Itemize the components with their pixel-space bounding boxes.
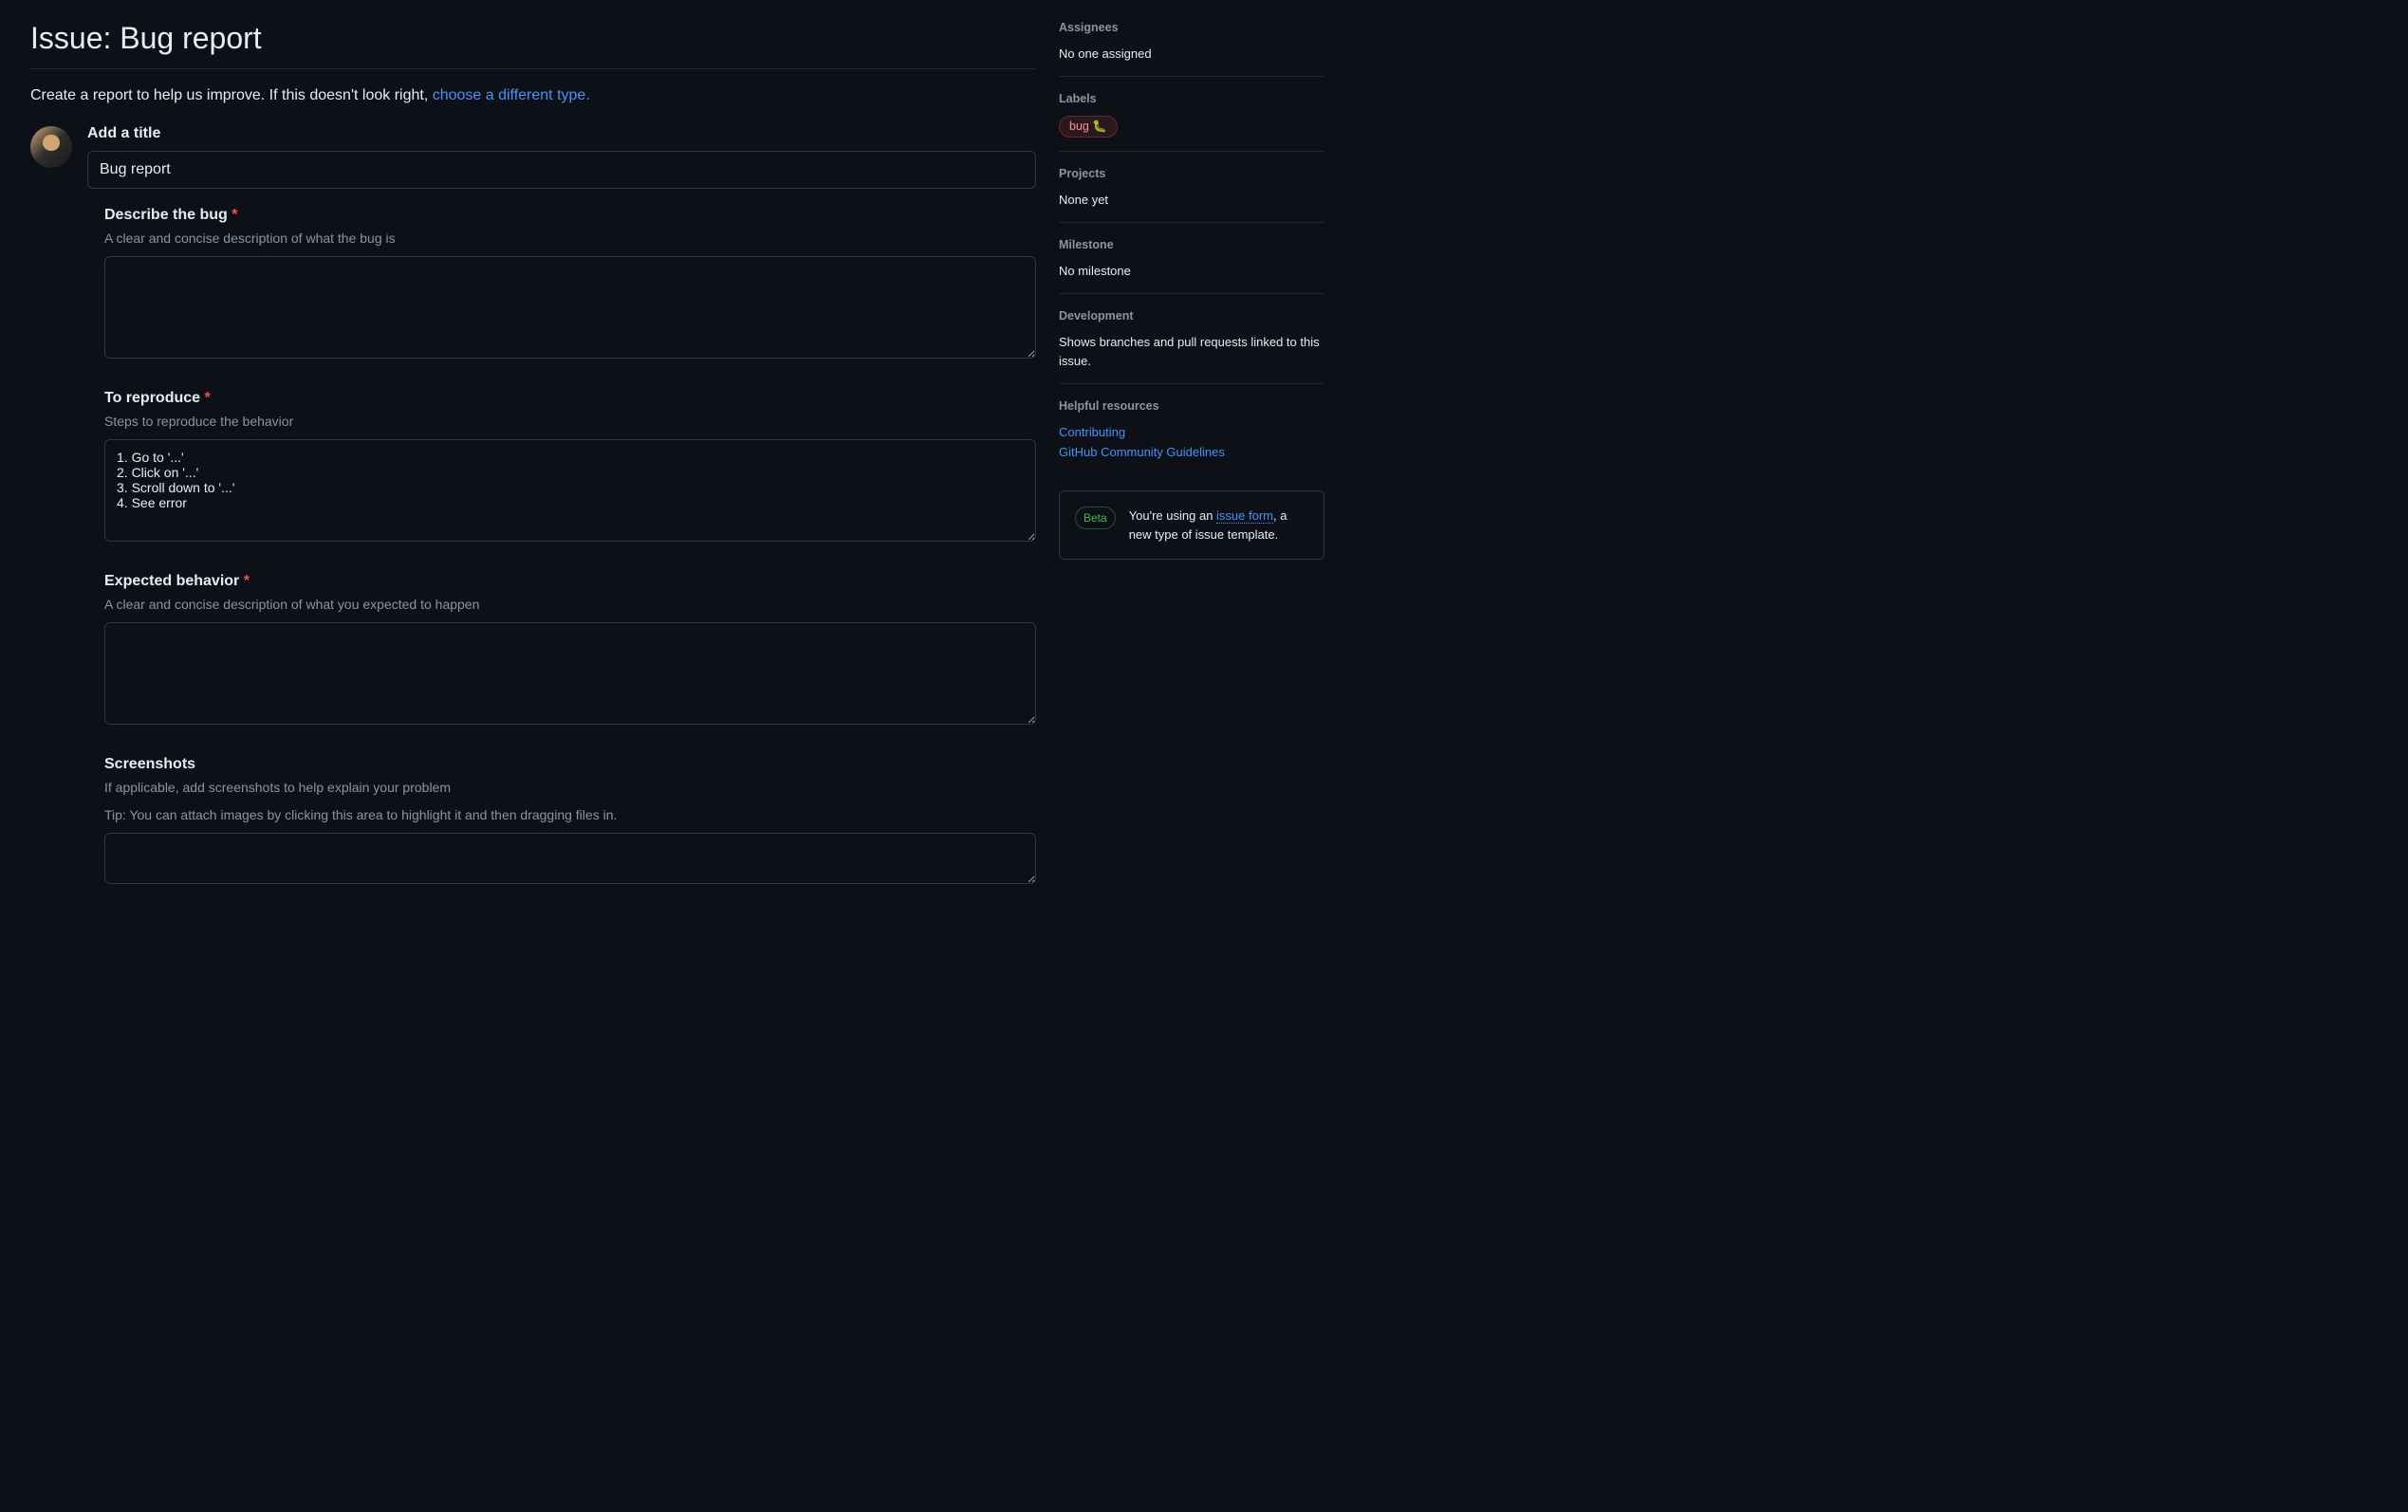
projects-title: Projects [1059, 165, 1324, 183]
projects-value: None yet [1059, 191, 1324, 210]
title-label: Add a title [87, 122, 1036, 145]
reproduce-description: Steps to reproduce the behavior [104, 412, 1036, 432]
labels-section[interactable]: Labels bug 🐛 [1059, 77, 1324, 152]
screenshots-title: Screenshots [104, 753, 1036, 776]
resource-link-contributing[interactable]: Contributing [1059, 423, 1324, 443]
expected-textarea[interactable] [104, 622, 1036, 725]
development-value: Shows branches and pull requests linked … [1059, 333, 1324, 370]
milestone-title: Milestone [1059, 236, 1324, 254]
screenshots-textarea[interactable] [104, 833, 1036, 884]
expected-description: A clear and concise description of what … [104, 595, 1036, 615]
milestone-section[interactable]: Milestone No milestone [1059, 223, 1324, 294]
page-description: Create a report to help us improve. If t… [30, 69, 1036, 122]
description-text: Create a report to help us improve. If t… [30, 87, 433, 103]
reproduce-textarea[interactable] [104, 439, 1036, 542]
labels-title: Labels [1059, 90, 1324, 108]
development-section: Development Shows branches and pull requ… [1059, 294, 1324, 384]
avatar[interactable] [30, 126, 72, 168]
screenshots-tip: Tip: You can attach images by clicking t… [104, 805, 1036, 825]
label-badge-bug[interactable]: bug 🐛 [1059, 116, 1118, 138]
issue-form-link[interactable]: issue form [1216, 508, 1273, 524]
required-marker: * [205, 390, 211, 406]
resources-section: Helpful resources Contributing GitHub Co… [1059, 384, 1324, 475]
resource-link-guidelines[interactable]: GitHub Community Guidelines [1059, 443, 1324, 463]
projects-section[interactable]: Projects None yet [1059, 152, 1324, 223]
assignees-value: No one assigned [1059, 45, 1324, 64]
screenshots-description: If applicable, add screenshots to help e… [104, 778, 1036, 798]
milestone-value: No milestone [1059, 262, 1324, 281]
development-title: Development [1059, 307, 1324, 325]
beta-info-box: Beta You're using an issue form, a new t… [1059, 490, 1324, 560]
beta-text: You're using an issue form, a new type o… [1129, 507, 1308, 544]
assignees-title: Assignees [1059, 19, 1324, 37]
page-title: Issue: Bug report [30, 0, 1036, 69]
required-marker: * [244, 573, 250, 589]
choose-different-type-link[interactable]: choose a different type. [433, 87, 590, 103]
describe-title: Describe the bug * [104, 204, 1036, 227]
title-input[interactable] [87, 151, 1036, 189]
describe-description: A clear and concise description of what … [104, 229, 1036, 249]
beta-badge: Beta [1075, 507, 1116, 529]
expected-title: Expected behavior * [104, 570, 1036, 593]
resources-title: Helpful resources [1059, 397, 1324, 415]
assignees-section[interactable]: Assignees No one assigned [1059, 19, 1324, 77]
describe-textarea[interactable] [104, 256, 1036, 359]
required-marker: * [232, 207, 237, 223]
reproduce-title: To reproduce * [104, 387, 1036, 410]
